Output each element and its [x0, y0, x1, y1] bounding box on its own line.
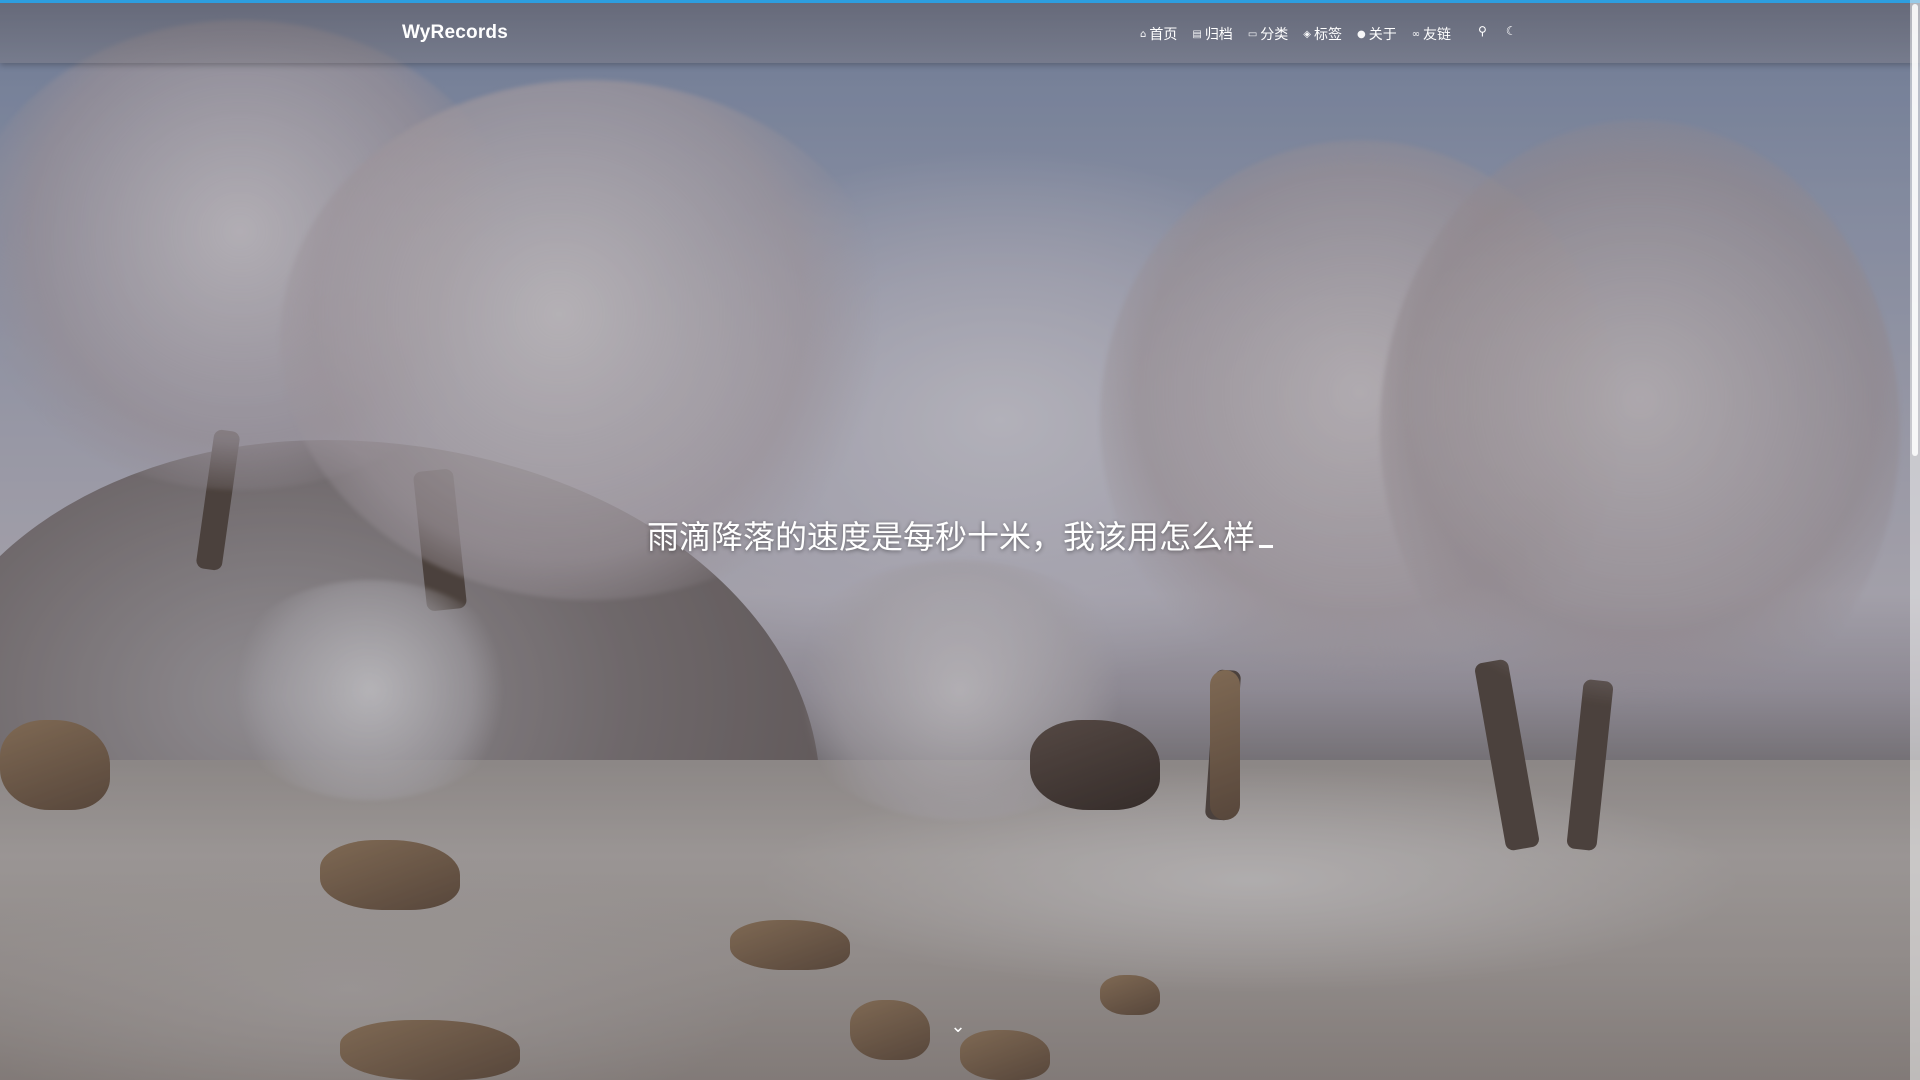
user-icon: ●	[1356, 28, 1366, 40]
scroll-down-arrow-icon[interactable]: ⌄	[950, 1016, 966, 1044]
nav-item-label: 分类	[1260, 27, 1289, 43]
typing-caret	[1259, 545, 1273, 548]
navbar: WyRecords ⌂ 首页 ▤ 归档 ▭ 分类 ◈ 标签 ● 关于 ∞ 友链 …	[0, 3, 1920, 63]
link-icon: ∞	[1411, 28, 1421, 40]
nav-item-links[interactable]: ∞ 友链	[1412, 24, 1451, 44]
hero-subtitle: 雨滴降落的速度是每秒十米，我该用怎么样	[0, 512, 1920, 558]
nav-item-label: 标签	[1313, 27, 1342, 43]
hero-subtitle-text: 雨滴降落的速度是每秒十米，我该用怎么样	[646, 518, 1255, 556]
tag-icon: ◈	[1303, 28, 1311, 40]
top-accent-bar	[0, 0, 1920, 3]
nav-item-tags[interactable]: ◈ 标签	[1303, 24, 1342, 44]
nav-item-label: 归档	[1204, 27, 1233, 43]
nav-item-home[interactable]: ⌂ 首页	[1140, 24, 1177, 44]
nav-item-label: 关于	[1368, 27, 1397, 43]
search-icon[interactable]: ⚲	[1478, 24, 1487, 44]
page-scrollbar[interactable]	[1910, 0, 1920, 1080]
folder-icon: ▭	[1247, 28, 1258, 40]
site-brand-link[interactable]: WyRecords	[402, 22, 508, 44]
nav-item-categories[interactable]: ▭ 分类	[1248, 24, 1288, 44]
nav-item-label: 友链	[1423, 27, 1452, 43]
archive-icon: ▤	[1192, 28, 1202, 40]
home-icon: ⌂	[1140, 28, 1147, 40]
scrollbar-thumb[interactable]	[1912, 4, 1918, 456]
nav-menu: ⌂ 首页 ▤ 归档 ▭ 分类 ◈ 标签 ● 关于 ∞ 友链 ⚲ ☾	[1140, 24, 1524, 44]
nav-item-about[interactable]: ● 关于	[1357, 24, 1397, 44]
nav-item-archive[interactable]: ▤ 归档	[1192, 24, 1232, 44]
moon-icon[interactable]: ☾	[1506, 24, 1517, 44]
nav-item-label: 首页	[1149, 27, 1178, 43]
